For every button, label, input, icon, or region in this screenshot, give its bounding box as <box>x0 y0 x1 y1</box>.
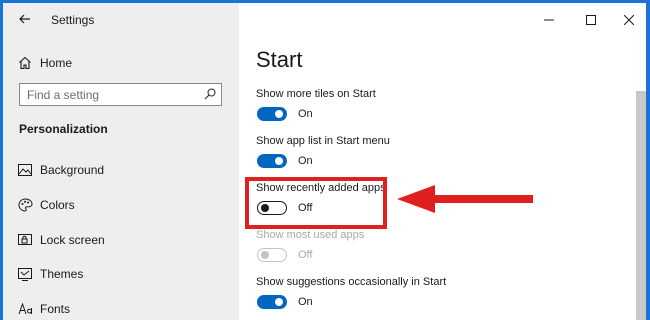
maximize-icon <box>586 15 596 25</box>
lock-screen-icon <box>17 232 33 248</box>
scrollbar[interactable] <box>636 91 646 320</box>
setting-label: Show suggestions occasionally in Start <box>256 276 447 288</box>
sidebar-item-label: Home <box>40 56 73 70</box>
sidebar-section-heading: Personalization <box>19 122 108 136</box>
sidebar-item-label: Colors <box>40 198 75 212</box>
toggle-knob <box>275 110 283 118</box>
toggle-state: On <box>298 155 313 167</box>
toggle-knob <box>275 157 283 165</box>
toggle-state: On <box>298 296 313 308</box>
sidebar-item-colors[interactable]: Colors <box>3 190 239 220</box>
setting-label: Show most used apps <box>256 229 365 241</box>
highlight-box <box>245 177 387 229</box>
sidebar-item-home[interactable]: Home <box>3 48 239 78</box>
palette-icon <box>17 197 33 213</box>
sidebar-item-fonts[interactable]: Fonts <box>3 294 239 320</box>
settings-window: Settings Home Find a setting Personaliza… <box>3 3 646 320</box>
sidebar-item-label: Lock screen <box>40 233 105 247</box>
back-button[interactable] <box>13 9 37 29</box>
sidebar-item-label: Fonts <box>40 302 71 316</box>
themes-icon <box>17 266 33 282</box>
page-title: Start <box>256 47 303 72</box>
app-list-toggle[interactable] <box>257 154 287 168</box>
setting-label: Show app list in Start menu <box>256 135 390 147</box>
search-placeholder: Find a setting <box>27 88 100 102</box>
suggestions-toggle[interactable] <box>257 295 287 309</box>
most-used-toggle <box>257 248 287 262</box>
toggle-knob <box>261 250 269 259</box>
toggle-state: Off <box>298 249 313 261</box>
fonts-icon <box>17 301 33 317</box>
red-arrow-icon <box>397 185 533 213</box>
sidebar-item-lock-screen[interactable]: Lock screen <box>3 225 239 255</box>
close-button[interactable] <box>614 11 644 29</box>
minimize-icon <box>544 19 554 21</box>
maximize-button[interactable] <box>576 11 606 29</box>
back-arrow-icon <box>19 14 30 24</box>
sidebar-item-label: Themes <box>40 267 84 281</box>
more-tiles-toggle[interactable] <box>257 107 287 121</box>
home-icon <box>17 55 33 71</box>
minimize-button[interactable] <box>534 11 564 29</box>
titlebar: Settings <box>3 3 239 35</box>
close-icon <box>624 15 634 25</box>
sidebar-item-themes[interactable]: Themes <box>3 259 239 289</box>
window-title: Settings <box>51 13 95 27</box>
setting-label: Show more tiles on Start <box>256 88 376 100</box>
sidebar: Settings Home Find a setting Personaliza… <box>3 3 239 320</box>
search-icon <box>204 88 216 100</box>
sidebar-item-label: Background <box>40 163 105 177</box>
sidebar-item-background[interactable]: Background <box>3 155 239 185</box>
search-input[interactable]: Find a setting <box>19 83 222 106</box>
main-panel: Start Show more tiles on Start On Show a… <box>239 3 646 320</box>
toggle-knob <box>275 298 283 306</box>
toggle-state: On <box>298 108 313 120</box>
image-icon <box>17 162 33 178</box>
